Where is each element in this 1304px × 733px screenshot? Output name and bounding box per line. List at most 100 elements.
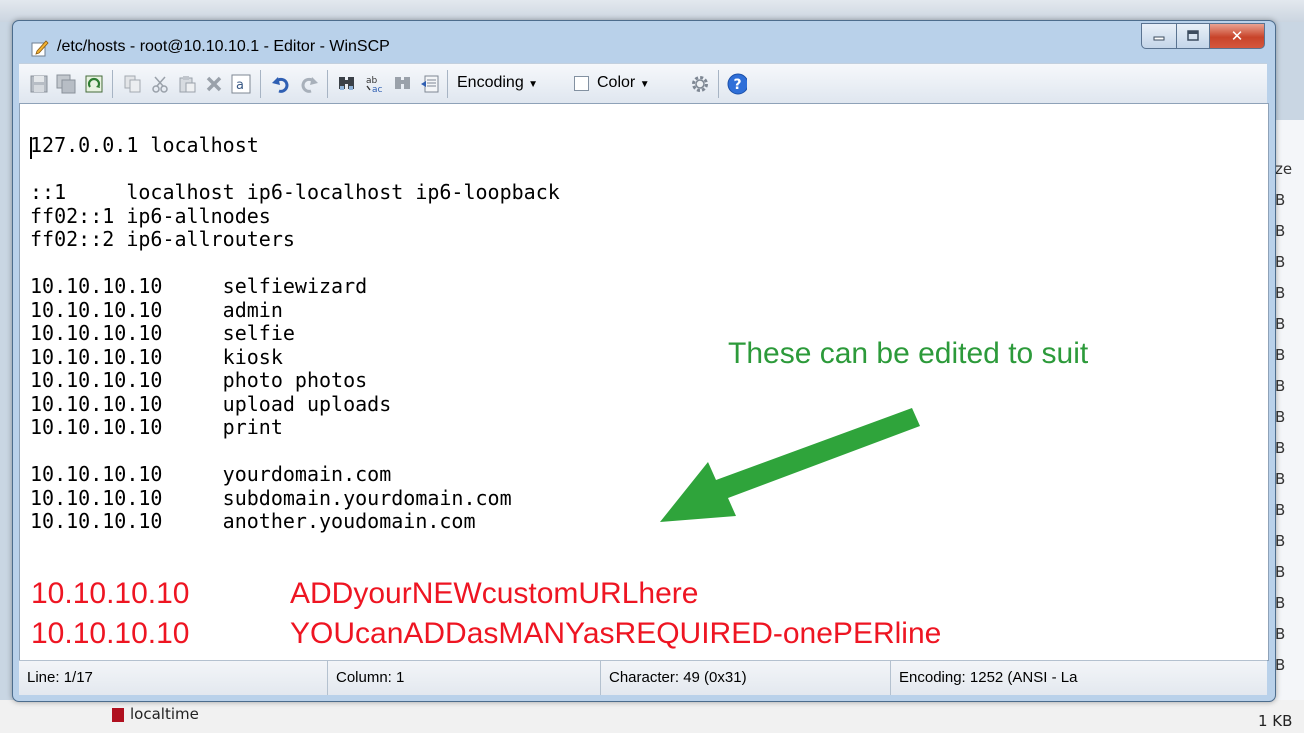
paste-icon xyxy=(179,76,196,93)
background-file-name: localtime xyxy=(130,705,199,723)
svg-text:a: a xyxy=(236,78,244,93)
background-file-size: 1 KB xyxy=(1258,712,1293,730)
redo-icon xyxy=(301,77,318,93)
undo-icon xyxy=(272,77,289,93)
replace-icon: abac xyxy=(366,76,383,94)
background-size-label: B xyxy=(1275,222,1286,240)
custom-entry-ip: 10.10.10.10 xyxy=(31,577,190,610)
custom-entry-ip: 10.10.10.10 xyxy=(31,617,190,650)
status-bar: Line: 1/17 Column: 1 Character: 49 (0x31… xyxy=(19,660,1267,695)
save-all-icon xyxy=(56,74,76,94)
text-caret xyxy=(30,137,32,159)
encoding-dropdown-icon: ▼ xyxy=(528,79,539,90)
color-label: Color xyxy=(597,74,636,91)
custom-entry-host: ADDyourNEWcustomURLhere xyxy=(290,577,699,610)
color-dropdown[interactable]: Color ▼ xyxy=(597,74,650,92)
find-button[interactable] xyxy=(337,74,357,94)
copy-icon xyxy=(124,75,141,93)
replace-button[interactable]: ab ac xyxy=(365,74,385,94)
close-button[interactable]: ✕ xyxy=(1210,23,1265,49)
toolbar-separator xyxy=(112,70,113,98)
select-all-button[interactable]: a xyxy=(231,74,251,94)
preferences-button[interactable] xyxy=(690,74,710,94)
editor-line: ff02::1 ip6-allnodes xyxy=(30,203,271,228)
svg-text:?: ? xyxy=(734,77,742,93)
background-size-label: B xyxy=(1275,501,1286,519)
help-button[interactable]: ? xyxy=(727,73,747,95)
editor-line: 127.0.0.1 localhost xyxy=(30,133,259,157)
editor-line: 10.10.10.10 yourdomain.com xyxy=(30,462,392,486)
editor-toolbar: a ab ac Encoding ▼ Color ▼ ? xyxy=(19,63,1267,104)
paste-button[interactable] xyxy=(177,74,197,94)
background-size-label: B xyxy=(1275,191,1286,209)
background-size-label: B xyxy=(1275,656,1286,674)
background-size-label: B xyxy=(1275,408,1286,426)
editor-window: /etc/hosts - root@10.10.10.1 - Editor - … xyxy=(12,20,1276,702)
goto-line-button[interactable] xyxy=(420,74,440,94)
undo-button[interactable] xyxy=(271,74,291,94)
editor-line: 10.10.10.10 admin xyxy=(30,297,283,322)
background-size-label: B xyxy=(1275,563,1286,581)
cut-icon xyxy=(152,76,168,93)
save-button[interactable] xyxy=(29,74,49,94)
background-size-label: B xyxy=(1275,315,1286,333)
find-icon xyxy=(339,77,354,90)
background-explorer-toolbar xyxy=(0,0,1304,22)
background-size-label: ze xyxy=(1275,160,1293,178)
editor-line: 10.10.10.10 selfie xyxy=(30,321,295,345)
editor-line: 10.10.10.10 selfiewizard xyxy=(30,274,368,298)
editor-text-lines: 127.0.0.1 localhost::1 localhost ip6-loc… xyxy=(30,133,560,534)
status-column: Column: 1 xyxy=(328,661,601,695)
svg-text:ac: ac xyxy=(372,85,383,94)
background-size-label: B xyxy=(1275,253,1286,271)
background-size-label: B xyxy=(1275,532,1286,550)
background-size-label: B xyxy=(1275,439,1286,457)
editor-line: 10.10.10.10 upload uploads xyxy=(30,391,392,416)
reload-button[interactable] xyxy=(84,74,104,94)
background-size-label: B xyxy=(1275,377,1286,395)
background-size-label: B xyxy=(1275,470,1286,488)
editor-pencil-icon xyxy=(31,40,49,57)
toolbar-separator xyxy=(260,70,261,98)
status-line: Line: 1/17 xyxy=(19,661,328,695)
text-editor[interactable]: 127.0.0.1 localhost::1 localhost ip6-loc… xyxy=(19,103,1269,661)
editor-line: 10.10.10.10 subdomain.yourdomain.com xyxy=(30,485,512,510)
toolbar-separator xyxy=(327,70,328,98)
status-encoding: Encoding: 1252 (ANSI - La xyxy=(899,669,1078,686)
editor-line: ff02::2 ip6-allrouters xyxy=(30,227,295,251)
maximize-button[interactable] xyxy=(1177,23,1210,49)
goto-line-icon xyxy=(421,75,439,93)
editor-line: 10.10.10.10 photo photos xyxy=(30,368,368,392)
toolbar-separator xyxy=(447,70,448,98)
preferences-gear-icon xyxy=(692,76,708,92)
minimize-button[interactable] xyxy=(1141,23,1177,49)
reload-icon xyxy=(85,75,103,93)
save-icon xyxy=(30,75,48,93)
editor-line: ::1 localhost ip6-localhost ip6-loopback xyxy=(30,180,560,204)
editor-line: 10.10.10.10 print xyxy=(30,415,283,439)
green-arrow-icon xyxy=(660,408,920,522)
find-next-icon xyxy=(395,77,410,89)
toolbar-separator xyxy=(718,70,719,98)
delete-button[interactable] xyxy=(204,74,224,94)
status-character: Character: 49 (0x31) xyxy=(601,661,891,695)
find-next-button[interactable] xyxy=(393,74,413,94)
background-size-label: B xyxy=(1275,625,1286,643)
encoding-label: Encoding xyxy=(457,74,524,91)
maximize-icon xyxy=(1187,30,1199,41)
editor-line: 10.10.10.10 kiosk xyxy=(30,344,283,369)
title-bar[interactable]: /etc/hosts - root@10.10.10.1 - Editor - … xyxy=(13,21,1275,63)
copy-button[interactable] xyxy=(123,74,143,94)
select-all-icon: a xyxy=(231,74,251,94)
cut-button[interactable] xyxy=(150,74,170,94)
save-all-button[interactable] xyxy=(56,74,76,94)
custom-entry-host: YOUcanADDasMANYasREQUIRED-onePERline xyxy=(290,617,942,650)
color-dropdown-icon: ▼ xyxy=(639,79,650,90)
encoding-dropdown[interactable]: Encoding ▼ xyxy=(457,74,538,92)
redo-button[interactable] xyxy=(299,74,319,94)
background-size-label: B xyxy=(1275,284,1286,302)
background-size-label: B xyxy=(1275,346,1286,364)
color-checkbox[interactable] xyxy=(574,76,589,91)
